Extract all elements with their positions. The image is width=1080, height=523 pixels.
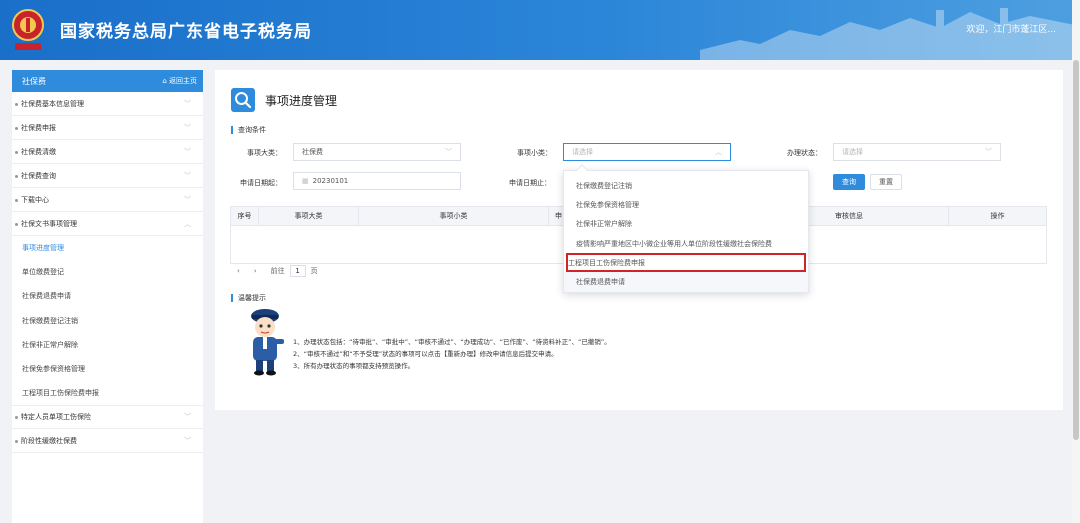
page-suffix: 页 (310, 267, 318, 275)
sidebar-item[interactable]: 社保费查询 ﹀ (12, 164, 203, 188)
calendar-icon: ▦ (302, 177, 309, 185)
sidebar-title: 社保费 (22, 76, 46, 86)
status-select[interactable]: 请选择 ﹀ (833, 143, 1001, 161)
reset-button[interactable]: 重置 (870, 174, 902, 190)
prev-page-button[interactable]: ‹ (237, 267, 240, 275)
chevron-down-icon: ﹀ (184, 171, 191, 180)
sidebar-subitem[interactable]: 工程项目工伤保险费申报 (12, 381, 203, 405)
category-select[interactable]: 社保费 ﹀ (293, 143, 461, 161)
table-header-cell: 事项大类 (259, 207, 359, 226)
table-header-cell: 操作 (990, 212, 1005, 220)
home-icon: ⌂ (162, 77, 169, 85)
chevron-down-icon: ﹀ (184, 195, 191, 204)
goto-label: 前往 (270, 267, 285, 275)
top-banner: 国家税务总局广东省电子税务局 欢迎，江门市蓬江区... (0, 0, 1080, 60)
dropdown-option-highlighted[interactable]: 工程项目工伤保险费申报 (566, 253, 806, 273)
sidebar-item[interactable]: 下载中心 ﹀ (12, 188, 203, 212)
sidebar-item[interactable]: 阶段性缓缴社保费 ﹀ (12, 429, 203, 454)
sidebar: 社保费 ⌂ 返回主页 社保费基本信息管理 ﹀ 社保费申报 ﹀ 社保费清缴 ﹀ 社保费查… (12, 70, 203, 523)
dropdown-option[interactable]: 社保免参保资格管理 (564, 195, 808, 214)
sidebar-subitem[interactable]: 社保缴费登记注销 (12, 309, 203, 333)
date-start-input[interactable]: ▦ 20230101 (293, 172, 461, 190)
sidebar-item[interactable]: 特定人员单项工伤保险 ﹀ (12, 405, 203, 430)
chevron-down-icon: ﹀ (184, 123, 191, 132)
table-header-cell: 事项小类 (359, 207, 549, 226)
table-header-cell: 序号 (231, 207, 259, 226)
chevron-up-icon: ︿ (184, 219, 191, 228)
chevron-down-icon: ﹀ (985, 148, 992, 156)
category-label: 事项大类： (247, 149, 282, 157)
tip-item: 3、所有办理状态的事项都支持预览操作。 (293, 362, 415, 370)
chevron-down-icon: ﹀ (184, 413, 191, 422)
chevron-down-icon: ﹀ (184, 99, 191, 108)
next-page-button[interactable]: › (254, 267, 257, 275)
sidebar-subitem[interactable]: 社保非正常户解除 (12, 333, 203, 357)
tax-officer-mascot-icon (251, 309, 284, 376)
sidebar-item[interactable]: 社保费清缴 ﹀ (12, 140, 203, 164)
sidebar-subitem[interactable]: 社保免参保资格管理 (12, 357, 203, 381)
search-icon (231, 88, 255, 112)
query-button[interactable]: 查询 (833, 174, 865, 190)
tip-item: 2、“审核不通过”和“不予受理”状态的事项可以点击【重新办理】修改申请信息后提交… (293, 350, 558, 358)
tips-list: 1、办理状态包括：“待审批”、“审批中”、“审核不通过”、“办理成功”、“已作废… (293, 336, 611, 372)
sidebar-subitem-active[interactable]: 事项进度管理 (12, 236, 203, 260)
date-end-label: 申请日期止： (509, 179, 551, 187)
site-title: 国家税务总局广东省电子税务局 (60, 22, 312, 42)
chevron-up-icon: ︿ (715, 148, 722, 156)
date-start-label: 申请日期起： (240, 179, 282, 187)
status-label: 办理状态： (787, 149, 822, 157)
chevron-down-icon: ﹀ (445, 148, 452, 156)
sidebar-item[interactable]: 社保费申报 ﹀ (12, 116, 203, 140)
sidebar-subitem[interactable]: 社保费退费申请 (12, 284, 203, 308)
pagination: ‹ › 前往 1 页 (237, 265, 318, 277)
tax-emblem-icon (12, 9, 44, 50)
chevron-down-icon: ﹀ (184, 147, 191, 156)
dropdown-option[interactable]: 疫情影响严重地区中小微企业等用人单位阶段性缓缴社会保险费 (564, 234, 808, 253)
sidebar-item[interactable]: 社保文书事项管理 ︿ (12, 212, 203, 236)
home-link[interactable]: ⌂ 返回主页 (162, 76, 197, 86)
page-title: 事项进度管理 (265, 94, 338, 108)
page-scrollbar[interactable] (1072, 0, 1080, 523)
scrollbar-thumb[interactable] (1073, 60, 1079, 440)
subcategory-select[interactable]: 请选择 ︿ (563, 143, 731, 161)
dropdown-option[interactable]: 社保非正常户解除 (564, 215, 808, 234)
dropdown-option[interactable]: 社保缴费登记注销 (564, 176, 808, 195)
sidebar-subitem[interactable]: 单位缴费登记 (12, 260, 203, 284)
subcategory-label: 事项小类： (517, 149, 552, 157)
sidebar-item[interactable]: 社保费基本信息管理 ﹀ (12, 92, 203, 116)
chevron-down-icon: ﹀ (184, 436, 191, 445)
tip-item: 1、办理状态包括：“待审批”、“审批中”、“审核不通过”、“办理成功”、“已作废… (293, 338, 611, 346)
welcome-text[interactable]: 欢迎，江门市蓬江区... (966, 22, 1056, 35)
sidebar-header: 社保费 ⌂ 返回主页 (12, 70, 203, 92)
query-section-label: 查询条件 (231, 126, 266, 134)
page-input[interactable]: 1 (289, 265, 306, 277)
dropdown-option[interactable]: 社保费退费申请 (564, 272, 808, 292)
subcategory-dropdown: 社保缴费登记注销 社保免参保资格管理 社保非正常户解除 疫情影响严重地区中小微企… (563, 164, 809, 293)
tips-section-label: 温馨提示 (231, 294, 266, 302)
